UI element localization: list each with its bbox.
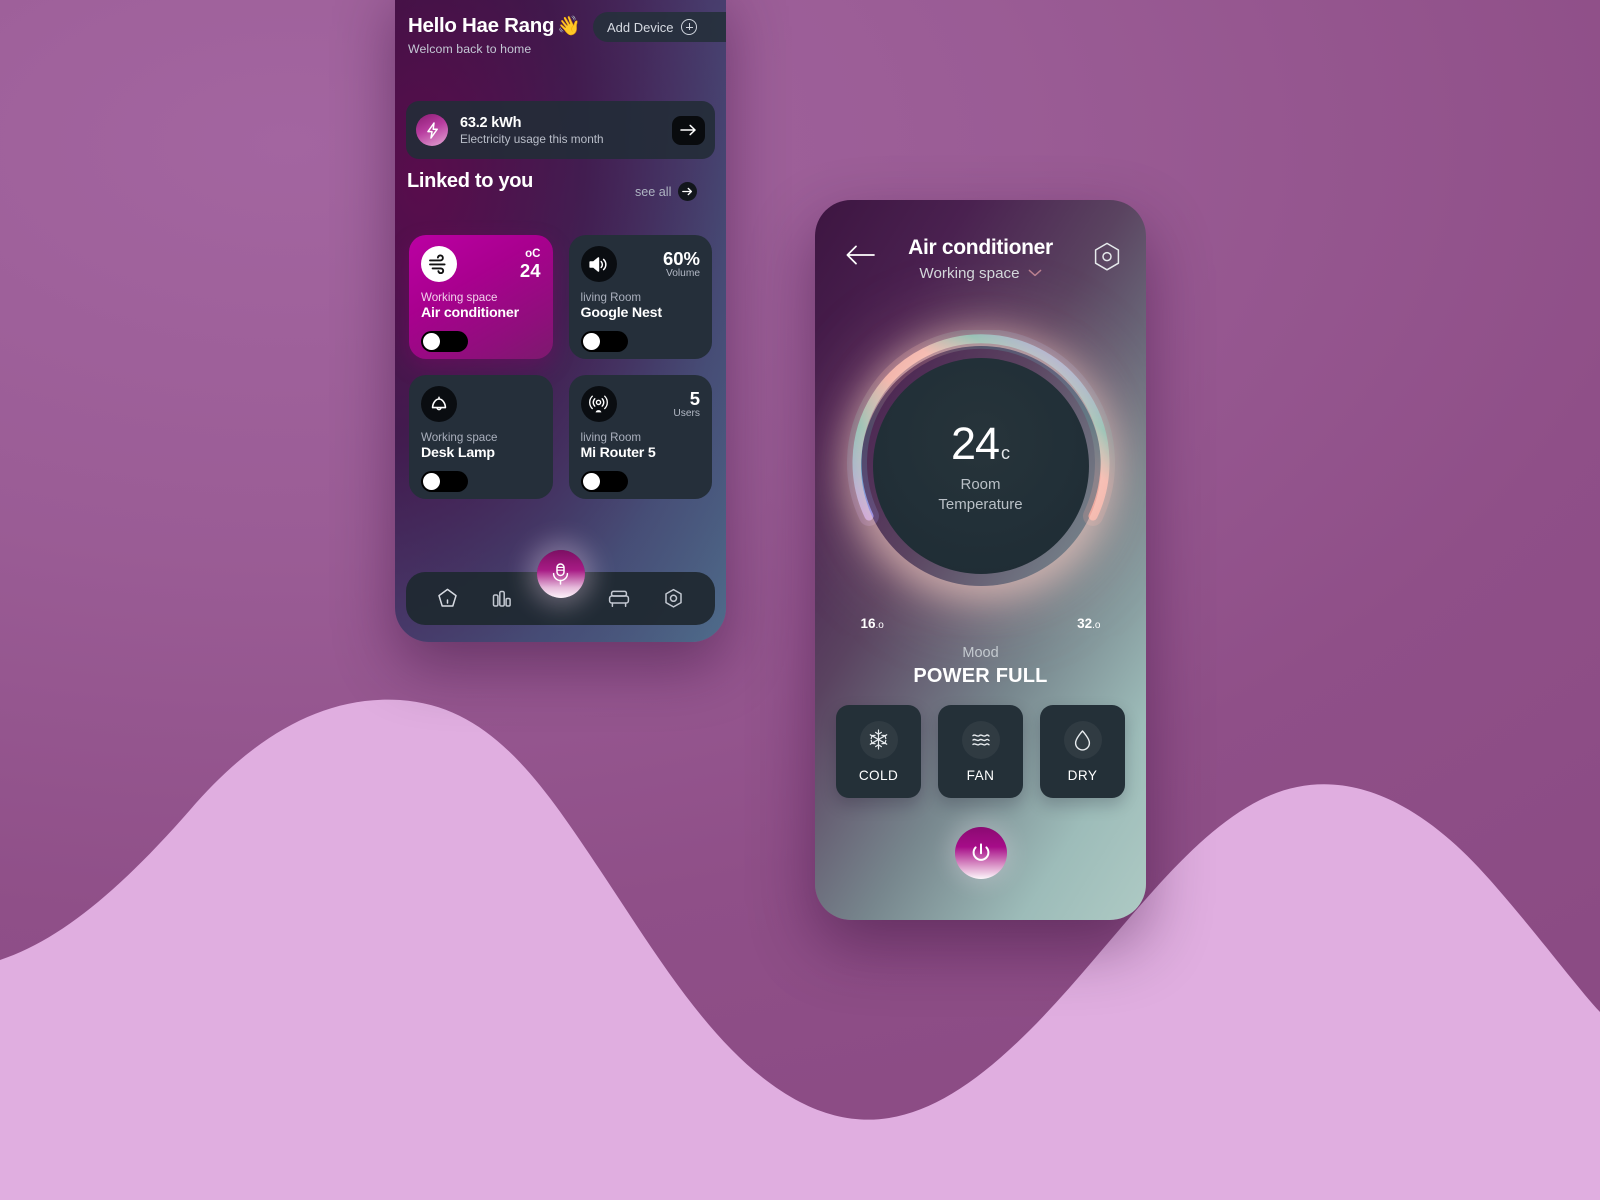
temperature-value: 24	[950, 418, 1000, 470]
dial-min-degree: .o	[875, 620, 884, 631]
device-toggle[interactable]	[580, 331, 628, 352]
mode-label-cold: COLD	[858, 767, 899, 783]
lightning-bolt-icon	[416, 114, 448, 146]
temperature-readout: 24 c	[951, 418, 1010, 470]
nav-stats[interactable]	[482, 586, 522, 611]
nav-rooms[interactable]	[599, 586, 639, 611]
device-card-top: oC 24	[421, 246, 541, 282]
power-icon[interactable]	[954, 827, 1007, 879]
device-detail-phone: Air conditioner Working space 24 c Room …	[815, 200, 1146, 920]
speaker-icon	[580, 246, 617, 282]
device-metric: 5 Users	[673, 386, 700, 419]
dial-max-value: 32	[1077, 616, 1093, 631]
dial-min-label: 16.o	[861, 616, 884, 631]
mode-button-fan[interactable]: FAN	[938, 705, 1023, 798]
room-label: Working space	[919, 264, 1020, 282]
see-all-label: see all	[635, 184, 672, 199]
add-device-label: Add Device	[607, 19, 674, 35]
microphone-icon[interactable]	[536, 550, 585, 598]
mode-button-dry[interactable]: DRY	[1040, 705, 1125, 798]
toggle-knob	[582, 473, 600, 490]
decorative-wave	[0, 699, 1600, 1200]
home-header: Hello Hae Rang 👋 Welcom back to home Add …	[395, 0, 726, 80]
device-card-air-conditioner[interactable]: oC 24 Working space Air conditioner	[409, 235, 553, 359]
device-card-mi-router[interactable]: 5 Users living Room Mi Router 5	[568, 375, 712, 499]
greeting-text: Hello Hae Rang	[408, 14, 555, 37]
toggle-knob	[423, 473, 440, 490]
device-room: living Room	[580, 431, 642, 444]
chevron-down-icon	[1028, 264, 1042, 282]
device-metric: 60% Volume	[663, 246, 700, 279]
temperature-dial[interactable]: 24 c Room Temperature 16.o 32.o	[845, 330, 1117, 631]
snowflake-icon	[859, 720, 898, 759]
device-room: Working space	[421, 291, 498, 304]
lamp-icon	[421, 386, 457, 422]
toggle-knob	[423, 333, 440, 350]
add-device-button[interactable]: Add Device	[593, 12, 726, 42]
device-card-top: 60% Volume	[580, 246, 700, 282]
device-name: Google Nest	[580, 305, 663, 321]
metric-value: 5	[689, 388, 700, 409]
subgreeting-text: Welcom back to home	[408, 42, 532, 56]
detail-header: Air conditioner Working space	[815, 236, 1146, 296]
device-toggle[interactable]	[421, 471, 468, 492]
device-metric: oC 24	[520, 246, 541, 281]
energy-label: Electricity usage this month	[460, 131, 604, 146]
metric-sub: Volume	[666, 268, 700, 280]
device-card-google-nest[interactable]: 60% Volume living Room Google Nest	[568, 235, 712, 359]
nav-settings[interactable]	[654, 586, 694, 611]
metric-value: 24	[519, 260, 541, 281]
arrow-right-circle-icon	[678, 182, 698, 201]
hexagon-camera-icon[interactable]	[1092, 241, 1122, 278]
section-title: Linked to you	[407, 170, 534, 192]
metric-value: 60%	[662, 248, 700, 269]
device-room: living Room	[580, 291, 642, 304]
waves-icon	[961, 720, 1000, 759]
page-title: Hello Hae Rang 👋	[408, 14, 581, 38]
temperature-label-line1: Room	[960, 476, 1001, 494]
dial-min-value: 16	[860, 616, 876, 631]
temperature-label: Room Temperature	[938, 475, 1022, 513]
page-background	[0, 0, 1600, 1200]
mode-button-cold[interactable]: COLD	[836, 705, 921, 798]
device-grid: oC 24 Working space Air conditioner 60% …	[409, 235, 712, 499]
mode-label-dry: DRY	[1067, 767, 1098, 783]
waving-hand-icon: 👋	[557, 16, 581, 37]
energy-text-group: 63.2 kWh Electricity usage this month	[460, 115, 672, 146]
mode-label-fan: FAN	[966, 767, 995, 783]
metric-sub: Users	[673, 408, 700, 420]
home-screen-phone: Hello Hae Rang 👋 Welcom back to home Add …	[395, 0, 726, 642]
device-card-top	[421, 386, 541, 422]
nav-home[interactable]	[427, 586, 467, 611]
wind-icon	[421, 246, 457, 282]
energy-usage-card[interactable]: 63.2 kWh Electricity usage this month	[406, 101, 715, 159]
droplet-icon	[1063, 720, 1102, 759]
device-name: Mi Router 5	[580, 445, 656, 461]
energy-value: 63.2 kWh	[460, 114, 522, 131]
bottom-navigation-bar	[406, 550, 715, 625]
dial-max-degree: .o	[1092, 620, 1101, 631]
arrow-right-icon[interactable]	[672, 115, 705, 145]
mood-label: Mood	[962, 645, 999, 661]
device-toggle[interactable]	[580, 471, 628, 492]
device-toggle[interactable]	[421, 331, 468, 352]
metric-unit: oC	[525, 248, 541, 260]
router-signal-icon	[580, 386, 617, 422]
temperature-unit: c	[1001, 443, 1011, 464]
dial-max-label: 32.o	[1077, 616, 1100, 631]
mode-buttons: COLD FAN DRY	[815, 705, 1146, 798]
device-card-desk-lamp[interactable]: Working space Desk Lamp	[409, 375, 553, 499]
device-card-top: 5 Users	[580, 386, 700, 422]
mood-value: POWER FULL	[913, 665, 1048, 687]
device-room: Working space	[421, 431, 498, 444]
device-name: Air conditioner	[421, 305, 519, 321]
dial-core: 24 c Room Temperature	[872, 358, 1089, 574]
toggle-knob	[582, 333, 600, 350]
temperature-label-line2: Temperature	[938, 495, 1023, 513]
plus-circle-icon	[681, 19, 698, 35]
device-name: Desk Lamp	[421, 445, 495, 461]
see-all-button[interactable]: see all	[635, 182, 698, 201]
